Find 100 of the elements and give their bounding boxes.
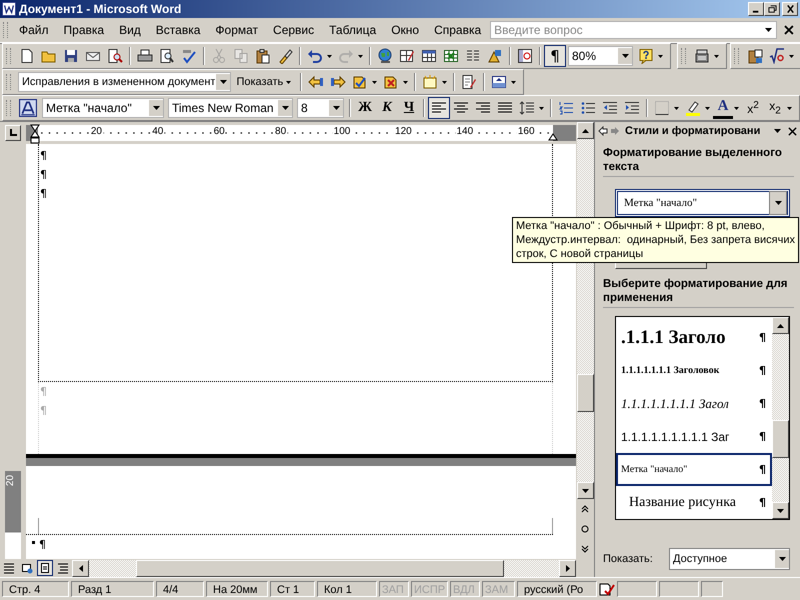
formula-icon[interactable] <box>769 48 785 64</box>
underline-button[interactable]: Ч <box>398 97 420 119</box>
bulleted-list-icon[interactable] <box>580 100 596 116</box>
scroll-up-button[interactable] <box>576 122 594 139</box>
scroll-down-button[interactable] <box>576 482 594 499</box>
reviewing-pane-icon[interactable] <box>491 74 508 90</box>
back-arrow-icon[interactable] <box>598 126 608 136</box>
minimize-button[interactable] <box>748 2 764 16</box>
decrease-indent-icon[interactable] <box>602 100 618 116</box>
caret-icon[interactable] <box>442 80 448 84</box>
line-spacing-icon[interactable] <box>519 100 535 116</box>
style-list-item[interactable]: Название рисунка ¶ <box>616 486 772 519</box>
style-list-item[interactable]: 1.1.1.1.1.1.1.1 Загол ¶ <box>616 387 772 420</box>
menu-item[interactable]: Вид <box>113 23 150 37</box>
caret-icon[interactable] <box>734 106 739 110</box>
increase-indent-icon[interactable] <box>624 100 640 116</box>
right-indent-marker-icon[interactable] <box>548 133 558 141</box>
dropdown-arrow-icon[interactable] <box>622 54 628 58</box>
brush-icon[interactable] <box>277 48 293 64</box>
menu-item[interactable]: Формат <box>209 23 268 37</box>
normal-view-icon[interactable] <box>2 561 16 575</box>
caret-icon[interactable] <box>511 80 516 84</box>
caret-icon[interactable] <box>789 54 794 58</box>
borders-icon[interactable] <box>654 100 670 116</box>
browse-object-icon[interactable] <box>581 525 589 533</box>
menu-item[interactable]: Вставка <box>150 23 210 37</box>
close-button[interactable] <box>782 2 798 16</box>
style-list-item[interactable]: Метка "начало" ¶ <box>616 453 772 486</box>
table-icon[interactable] <box>421 48 437 64</box>
font-size-combo[interactable]: 8 <box>297 98 344 118</box>
dropdown-arrow-icon[interactable] <box>220 80 227 84</box>
caret-icon[interactable] <box>327 54 332 58</box>
dropdown-arrow-icon[interactable] <box>282 106 288 110</box>
magnifier-document-icon[interactable] <box>107 48 123 64</box>
menu-item[interactable]: Правка <box>58 23 114 37</box>
undo-icon[interactable] <box>307 48 323 64</box>
subscript-button[interactable]: x$_{2}$ <box>764 97 786 119</box>
comment-icon[interactable] <box>422 74 438 90</box>
caret-icon[interactable] <box>358 54 363 58</box>
font-combo[interactable]: Times New Roman <box>168 98 293 118</box>
superscript-button[interactable]: x$^{2}$ <box>742 97 764 119</box>
new-document-icon[interactable] <box>19 48 35 64</box>
close-icon[interactable] <box>784 25 794 35</box>
spelling-check-icon[interactable] <box>181 48 197 64</box>
help-icon[interactable] <box>638 48 654 64</box>
drawing-icon[interactable] <box>487 48 503 64</box>
align-left-button[interactable] <box>428 97 450 119</box>
numbered-list-icon[interactable] <box>558 100 574 116</box>
track-changes-icon[interactable] <box>461 74 478 90</box>
zoom-combo[interactable]: 80% <box>568 46 633 66</box>
menu-item[interactable]: Таблица <box>323 23 386 37</box>
next-change-icon[interactable] <box>330 74 346 90</box>
print-layout-icon[interactable] <box>38 561 52 575</box>
caret-icon[interactable] <box>714 54 719 58</box>
style-list-item[interactable]: 1.1.1.1.1.1.1 Заголовок ¶ <box>616 354 772 387</box>
caret-icon[interactable] <box>705 106 710 110</box>
show-menu-button[interactable]: Показать <box>233 76 298 88</box>
caret-icon[interactable] <box>658 54 663 58</box>
indent-marker-icon[interactable] <box>30 124 40 144</box>
printer-icon[interactable] <box>137 48 153 64</box>
style-combo[interactable]: Метка "начало" <box>42 98 164 118</box>
reject-change-icon[interactable] <box>383 74 400 90</box>
menu-item[interactable]: Справка <box>428 23 490 37</box>
caret-icon[interactable] <box>787 106 792 110</box>
accept-change-icon[interactable] <box>352 74 368 90</box>
dropdown-arrow-icon[interactable] <box>774 201 782 205</box>
display-combo[interactable]: Исправления в измененном документ <box>18 72 232 92</box>
dropdown-arrow-icon[interactable] <box>778 557 786 561</box>
menu-item[interactable]: Файл <box>13 23 58 37</box>
floppy-icon[interactable] <box>63 48 79 64</box>
caret-icon[interactable] <box>372 80 378 84</box>
style-list-item[interactable]: 1.1.1.1.1.1.1.1.1 Заг ¶ <box>616 420 772 453</box>
help-field[interactable]: Введите вопрос <box>490 21 778 39</box>
caret-icon[interactable] <box>674 106 679 110</box>
scroll-thumb[interactable] <box>576 374 594 412</box>
scroll-right-button[interactable] <box>559 560 576 576</box>
dropdown-arrow-icon[interactable] <box>765 28 772 32</box>
spreadsheet-icon[interactable] <box>443 48 459 64</box>
show-combo[interactable]: Доступное <box>669 548 790 570</box>
dropdown-arrow-icon[interactable] <box>332 106 340 110</box>
font-color-button[interactable]: A <box>713 97 733 119</box>
outline-view-icon[interactable] <box>56 561 70 575</box>
web-view-icon[interactable] <box>20 561 34 575</box>
clipboard-icon[interactable] <box>255 48 271 64</box>
caret-icon[interactable] <box>403 80 408 84</box>
caret-icon[interactable] <box>539 106 544 110</box>
close-icon[interactable] <box>788 126 797 136</box>
restore-button[interactable] <box>764 2 780 16</box>
highlight-icon[interactable] <box>685 100 701 116</box>
previous-page-icon[interactable] <box>581 505 589 513</box>
bold-button[interactable]: Ж <box>354 97 376 119</box>
scroll-thumb[interactable] <box>772 420 789 458</box>
dropdown-arrow-icon[interactable] <box>774 129 781 133</box>
menu-item[interactable]: Окно <box>385 23 428 37</box>
tab-selector-button[interactable] <box>5 125 21 141</box>
scroll-left-button[interactable] <box>72 560 89 576</box>
current-style-field[interactable]: Метка "начало" <box>615 189 790 217</box>
spelling-status-icon[interactable] <box>599 582 615 596</box>
draw-table-icon[interactable] <box>399 48 415 64</box>
dropdown-arrow-icon[interactable] <box>152 106 160 110</box>
